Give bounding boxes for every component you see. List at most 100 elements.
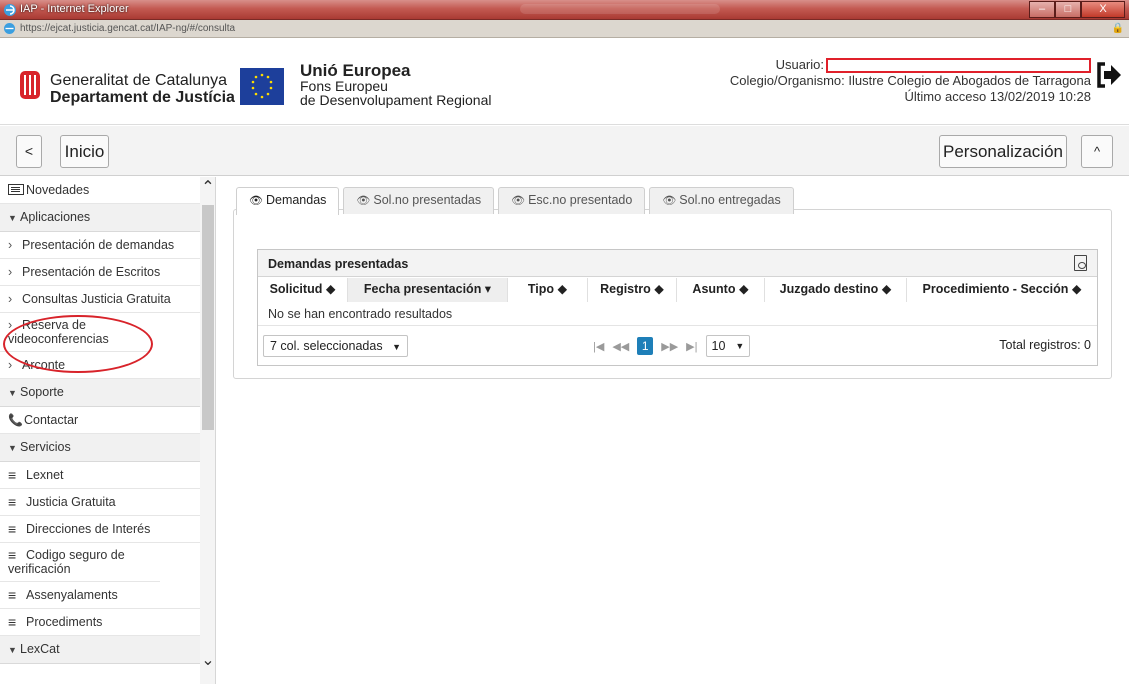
sidebar-item-novedades[interactable]: Novedades	[0, 177, 200, 204]
tab-label: Sol.no entregadas	[679, 193, 781, 207]
maximize-button[interactable]: □	[1055, 1, 1081, 18]
sidebar-item-lexnet[interactable]: ≡ Lexnet	[0, 462, 200, 489]
scrollbar-thumb[interactable]	[202, 205, 214, 430]
lock-icon: 🔒	[1111, 23, 1124, 34]
column-header-solicitud[interactable]: Solicitud ◆	[258, 278, 348, 302]
browser-title: IAP - Internet Explorer	[20, 3, 129, 15]
sidebar-item-label: Presentación de Escritos	[22, 265, 161, 279]
next-page-icon[interactable]: ▶▶	[661, 340, 678, 353]
eye-icon: 👁	[356, 195, 371, 207]
tab-demandas[interactable]: 👁 Demandas	[236, 187, 340, 215]
sidebar-menu: Novedades ▼ Aplicaciones › Presentación de…	[0, 177, 200, 664]
prev-page-icon[interactable]: ◀◀	[612, 340, 629, 353]
url-text[interactable]: https://ejcat.justicia.gencat.cat/IAP-ng…	[20, 23, 235, 34]
column-header-juzgado-destino[interactable]: Juzgado destino ◆	[765, 278, 907, 302]
tab-label: Demandas	[265, 193, 327, 207]
organismo-text: Colegio/Organismo: Ilustre Colegio de Ab…	[729, 73, 1091, 89]
back-button[interactable]: <	[16, 135, 42, 168]
sidebar-section-soporte[interactable]: ▼ Soporte	[0, 379, 200, 407]
hamburger-icon: ≡	[8, 521, 17, 537]
column-selector-label: 7 col. seleccionadas	[270, 339, 383, 353]
tab-bar: 👁 Demandas 👁 Sol.no presentadas 👁 Esc.no pr…	[236, 187, 794, 215]
sidebar-item-label: Procediments	[26, 615, 103, 629]
sidebar-item-label: Reserva de videoconferencias	[8, 318, 109, 346]
column-selector-dropdown[interactable]: 7 col. seleccionadas ▼	[263, 335, 408, 357]
inicio-button[interactable]: Inicio	[60, 135, 109, 168]
address-bar[interactable]: https://ejcat.justicia.gencat.cat/IAP-ng…	[0, 20, 1129, 38]
gencat-brand: Generalitat de Catalunya Departament de …	[50, 72, 235, 106]
sidebar-section-servicios[interactable]: ▼ Servicios	[0, 434, 200, 462]
tab-sol-no-presentadas[interactable]: 👁 Sol.no presentadas	[343, 187, 495, 214]
sidebar-section-label: Soporte	[20, 385, 64, 399]
eu-fund-regional: de Desenvolupament Regional	[300, 92, 492, 108]
collapse-up-button[interactable]: ^	[1081, 135, 1113, 168]
sidebar-item-label: Codigo seguro de verificación	[8, 548, 125, 576]
user-info: Usuario: Colegio/Organismo: Ilustre Cole…	[730, 57, 1091, 105]
chevron-right-icon: ›	[8, 292, 13, 306]
grid-title-bar: Demandas presentadas	[258, 250, 1097, 277]
sidebar-scrollbar[interactable]: ⌃ ⌄	[200, 177, 215, 684]
tab-sol-no-entregadas[interactable]: 👁 Sol.no entregadas	[649, 187, 794, 214]
page-size-value: 10	[711, 339, 726, 353]
sidebar-item-contactar[interactable]: 📞Contactar	[0, 407, 200, 434]
tab-label: Sol.no presentadas	[373, 193, 482, 207]
sidebar-item-label: Direcciones de Interés	[26, 522, 151, 536]
titlebar-blur	[520, 4, 720, 14]
eu-flag-icon	[240, 68, 284, 105]
sidebar-section-label: Aplicaciones	[20, 210, 91, 224]
last-page-icon[interactable]: ▶|	[686, 340, 697, 353]
sidebar-item-presentacion-demandas[interactable]: › Presentación de demandas	[0, 232, 200, 259]
column-header-registro[interactable]: Registro ◆	[588, 278, 677, 302]
sidebar-item-justicia-gratuita[interactable]: ≡ Justicia Gratuita	[0, 489, 200, 516]
column-header-fecha-presentacion[interactable]: Fecha presentación ▾	[348, 278, 508, 302]
chevron-right-icon: ›	[8, 265, 13, 279]
page-size-select[interactable]: 10 ▼	[705, 335, 751, 357]
caret-down-icon: ▼	[8, 443, 17, 453]
close-button[interactable]: X	[1081, 1, 1125, 18]
caret-down-icon: ▼	[392, 342, 401, 352]
grid-empty-message: No se han encontrado resultados	[268, 307, 453, 321]
sidebar-section-lexcat[interactable]: ▼ LexCat	[0, 636, 200, 664]
pdf-export-icon[interactable]	[1074, 255, 1087, 271]
caret-down-icon: ▼	[8, 645, 17, 655]
sidebar-item-procediments[interactable]: ≡ Procediments	[0, 609, 200, 636]
tab-esc-no-presentado[interactable]: 👁 Esc.no presentado	[498, 187, 646, 214]
sidebar-item-label: Novedades	[26, 183, 90, 197]
browser-titlebar: IAP - Internet Explorer – □ X	[0, 0, 1129, 20]
scroll-up-icon[interactable]: ⌃	[200, 180, 215, 196]
sidebar-item-consultas-justicia-gratuita[interactable]: › Consultas Justicia Gratuita	[0, 286, 200, 313]
sidebar-item-label: Lexnet	[26, 468, 64, 482]
sidebar-item-reserva-videoconferencias[interactable]: › Reserva de videoconferencias	[0, 313, 150, 352]
chevron-right-icon: ›	[8, 358, 13, 372]
sidebar-item-arconte[interactable]: › Arconte	[0, 352, 200, 379]
sidebar-item-codigo-seguro[interactable]: ≡ Codigo seguro de verificación	[0, 543, 160, 582]
hamburger-icon: ≡	[8, 467, 17, 483]
sidebar-section-label: LexCat	[20, 642, 60, 656]
first-page-icon[interactable]: |◀	[593, 340, 604, 353]
scroll-down-icon[interactable]: ⌄	[200, 653, 215, 669]
app-header: Generalitat de Catalunya Departament de …	[0, 39, 1129, 125]
internet-explorer-icon	[4, 4, 16, 16]
page-icon	[4, 23, 15, 34]
column-header-tipo[interactable]: Tipo ◆	[508, 278, 588, 302]
sidebar-item-assenyalaments[interactable]: ≡ Assenyalaments	[0, 582, 200, 609]
toolbar: < Inicio Personalización ^	[0, 126, 1129, 176]
sidebar-section-aplicaciones[interactable]: ▼ Aplicaciones	[0, 204, 200, 232]
caret-down-icon: ▼	[735, 341, 745, 351]
column-header-procedimiento-seccion[interactable]: Procedimiento - Sección ◆	[907, 278, 1097, 302]
pagination: |◀ ◀◀ 1 ▶▶ ▶| 10 ▼	[593, 335, 751, 357]
sidebar-item-direcciones-interes[interactable]: ≡ Direcciones de Interés	[0, 516, 200, 543]
personalizacion-button[interactable]: Personalización	[939, 135, 1067, 168]
hamburger-icon: ≡	[8, 494, 17, 510]
sidebar-item-presentacion-escritos[interactable]: › Presentación de Escritos	[0, 259, 200, 286]
logout-icon[interactable]	[1096, 61, 1122, 89]
eu-brand: Unió Europea Fons Europeu de Desenvolupa…	[300, 62, 491, 107]
column-header-asunto[interactable]: Asunto ◆	[677, 278, 765, 302]
minimize-button[interactable]: –	[1029, 1, 1055, 18]
caret-down-icon: ▼	[8, 388, 17, 398]
chevron-right-icon: ›	[8, 238, 13, 252]
sidebar-item-label: Presentación de demandas	[22, 238, 175, 252]
eye-icon: 👁	[511, 195, 526, 207]
page-number-button[interactable]: 1	[637, 337, 654, 355]
newspaper-icon	[8, 184, 24, 195]
